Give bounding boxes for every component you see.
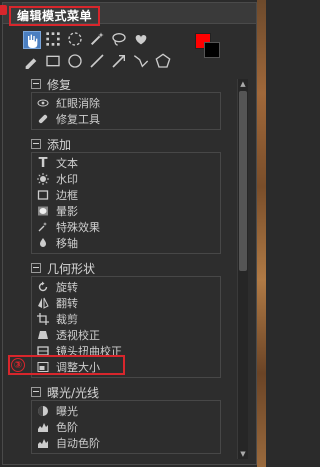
resize-highlight-outline (8, 355, 125, 375)
menu-item-perspective[interactable]: 透视校正 (36, 327, 220, 343)
group-header[interactable]: 几何形状 (31, 260, 231, 276)
menu-item-frame[interactable]: 边框 (36, 187, 220, 203)
rect-icon[interactable] (45, 53, 61, 69)
menu-item-label: 边框 (56, 189, 78, 202)
menu-item-watermark[interactable]: 水印 (36, 171, 220, 187)
group-label: 修复 (47, 77, 72, 92)
watermark-icon (36, 172, 50, 186)
menu-item-crop[interactable]: 裁剪 (36, 311, 220, 327)
collapse-icon[interactable] (31, 387, 41, 397)
vignette-icon (36, 204, 50, 218)
polygon-icon[interactable] (155, 53, 171, 69)
edit-mode-menu-panel: 编辑模式菜单 修复 紅眼消除 修复工具 添加 T 文本 水印 边框 暈影 特殊效… (0, 2, 257, 465)
menu-item-tilt-shift[interactable]: 移轴 (36, 235, 220, 251)
menu-item-special-effects[interactable]: 特殊效果 (36, 219, 220, 235)
menu-item-label: 移轴 (56, 237, 78, 250)
levels-icon (36, 420, 50, 434)
collapse-icon[interactable] (31, 263, 41, 273)
menu-item-flip[interactable]: 翻转 (36, 295, 220, 311)
hand-icon[interactable] (23, 31, 41, 49)
frame-icon (36, 188, 50, 202)
group-header[interactable]: 曝光/光线 (31, 384, 231, 400)
red-marker (0, 5, 7, 15)
menu-item-levels[interactable]: 色阶 (36, 419, 220, 435)
step-number-badge: ③ (11, 358, 25, 372)
collapse-icon[interactable] (31, 79, 41, 89)
eyedropper-icon[interactable] (23, 53, 39, 69)
menu-item-label: 曝光 (56, 405, 78, 418)
menu-item-auto-levels[interactable]: 自动色阶 (36, 435, 220, 451)
vertical-scrollbar[interactable]: ▲ ▼ (237, 79, 248, 459)
group-items: 紅眼消除 修复工具 (31, 92, 221, 130)
panel-title: 编辑模式菜单 (9, 6, 101, 26)
eye-icon (36, 96, 50, 110)
menu-item-label: 紅眼消除 (56, 97, 100, 110)
group-label: 曝光/光线 (47, 385, 100, 400)
menu-item-label: 文本 (56, 157, 78, 170)
background-color[interactable] (204, 42, 220, 58)
collapse-icon[interactable] (31, 139, 41, 149)
crop-icon (36, 312, 50, 326)
menu-item-label: 水印 (56, 173, 78, 186)
menu-item-label: 裁剪 (56, 313, 78, 326)
auto-levels-icon (36, 436, 50, 450)
tool-toolbar (23, 31, 203, 71)
rotate-icon (36, 280, 50, 294)
menu-item-repair-tool[interactable]: 修复工具 (36, 111, 220, 127)
menu-list: 修复 紅眼消除 修复工具 添加 T 文本 水印 边框 暈影 特殊效果 移轴 几何… (31, 76, 231, 464)
ellipse-icon[interactable] (67, 53, 83, 69)
exposure-icon (36, 404, 50, 418)
menu-item-label: 特殊效果 (56, 221, 100, 234)
menu-item-label: 自动色阶 (56, 437, 100, 450)
menu-item-exposure[interactable]: 曝光 (36, 403, 220, 419)
menu-item-rotate[interactable]: 旋转 (36, 279, 220, 295)
arrow-icon[interactable] (111, 53, 127, 69)
scroll-down-icon[interactable]: ▼ (238, 449, 248, 459)
menu-item-label: 色阶 (56, 421, 78, 434)
flip-icon (36, 296, 50, 310)
menu-item-label: 暈影 (56, 205, 78, 218)
scroll-up-icon[interactable]: ▲ (238, 79, 248, 89)
line-icon[interactable] (89, 53, 105, 69)
text-icon: T (38, 155, 48, 171)
group-header[interactable]: 修复 (31, 76, 231, 92)
menu-item-text[interactable]: T 文本 (36, 155, 220, 171)
magic-wand-icon[interactable] (89, 31, 105, 47)
group-header[interactable]: 添加 (31, 136, 231, 152)
menu-item-label: 翻转 (56, 297, 78, 310)
group-repair: 修复 紅眼消除 修复工具 (31, 76, 231, 130)
group-exposure: 曝光/光线 曝光 色阶 自动色阶 (31, 384, 231, 454)
background-photo-edge (257, 0, 266, 467)
menu-item-label: 透视校正 (56, 329, 100, 342)
menu-item-label: 旋转 (56, 281, 78, 294)
sparkle-icon (36, 220, 50, 234)
perspective-icon (36, 328, 50, 342)
group-items: 曝光 色阶 自动色阶 (31, 400, 221, 454)
group-items: T 文本 水印 边框 暈影 特殊效果 移轴 (31, 152, 221, 254)
bandage-icon (36, 112, 50, 126)
group-add: 添加 T 文本 水印 边框 暈影 特殊效果 移轴 (31, 136, 231, 254)
menu-item-vignette[interactable]: 暈影 (36, 203, 220, 219)
scroll-thumb[interactable] (239, 91, 247, 271)
menu-item-label: 修复工具 (56, 113, 100, 126)
menu-item-red-eye[interactable]: 紅眼消除 (36, 95, 220, 111)
brush-select-icon[interactable] (133, 31, 149, 47)
lasso-icon[interactable] (111, 31, 127, 47)
group-label: 几何形状 (47, 261, 96, 276)
color-swatches[interactable] (195, 33, 221, 59)
panel-title-bar: 编辑模式菜单 (0, 3, 256, 26)
circle-dots-icon[interactable] (67, 31, 83, 47)
tilt-shift-icon (36, 236, 50, 250)
polyline-icon[interactable] (133, 53, 149, 69)
group-label: 添加 (47, 137, 72, 152)
dots-select-icon[interactable] (45, 31, 61, 47)
